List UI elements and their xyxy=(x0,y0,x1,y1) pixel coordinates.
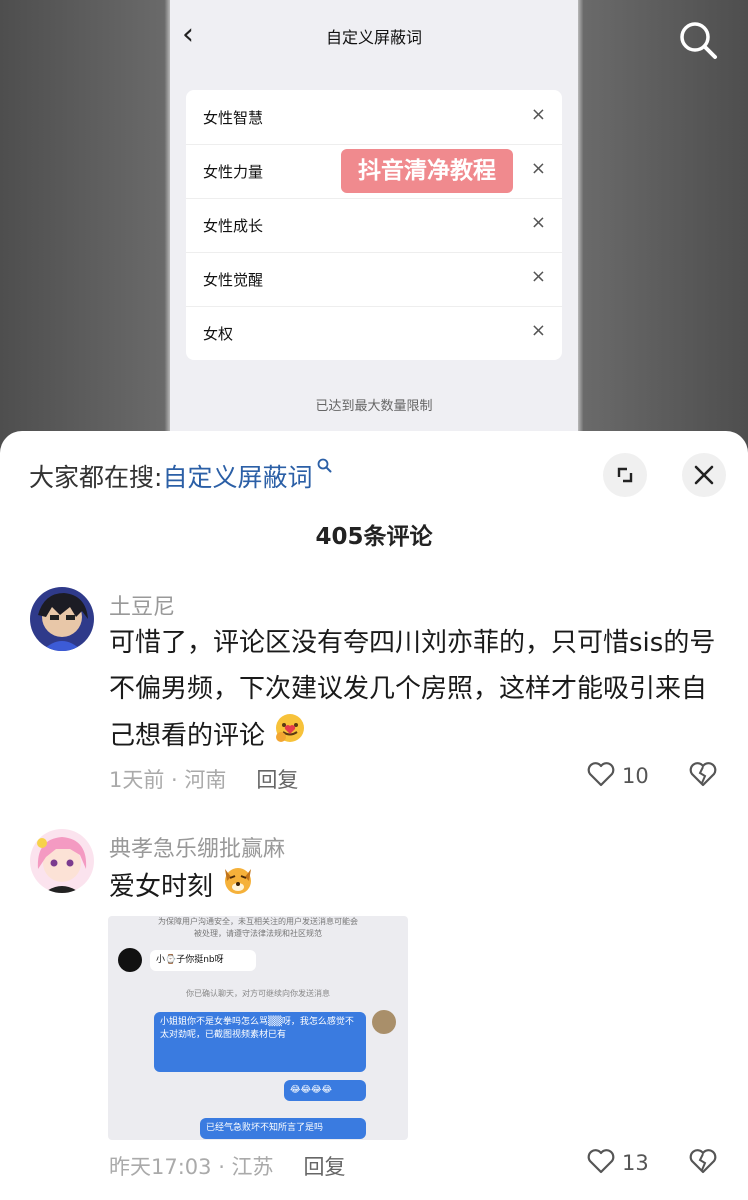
search-icon xyxy=(312,458,332,477)
blocked-word-label: 女性智慧 xyxy=(203,109,264,127)
blocked-word-row: 女性觉醒 × xyxy=(186,252,562,307)
blocked-word-label: 女权 xyxy=(203,325,234,343)
chat-avatar xyxy=(118,948,142,972)
comment-time-location: 1天前 · 河南 xyxy=(109,768,227,792)
reply-button[interactable]: 回复 xyxy=(304,1155,346,1179)
avatar[interactable] xyxy=(30,587,94,651)
expand-icon xyxy=(617,467,633,483)
broken-heart-icon xyxy=(689,762,717,787)
phone-page-title: 自定义屏蔽词 xyxy=(325,28,422,47)
close-icon xyxy=(694,465,714,485)
comment-body: 可惜了，评论区没有夸四川刘亦菲的，只可惜sis的号不偏男频，下次建议发几个房照，… xyxy=(109,628,716,751)
comment-username[interactable]: 典孝急乐绷批赢麻 xyxy=(109,831,285,863)
comment-count-title: 405条评论 xyxy=(315,524,433,550)
chat-notice: 被处理，请遵守法律法规和社区规范 xyxy=(194,929,322,938)
blocked-word-list: 女性智慧 × 女性力量 × 女性成长 × 女性觉醒 × 女权 × xyxy=(186,90,562,360)
blocked-word-row: 女性智慧 × xyxy=(186,90,562,145)
comment-text: 可惜了，评论区没有夸四川刘亦菲的，只可惜sis的号不偏男频，下次建议发几个房照，… xyxy=(109,620,719,761)
search-icon[interactable] xyxy=(678,20,718,60)
hot-search-keyword[interactable]: 自定义屏蔽词 xyxy=(162,463,312,492)
dislike-button[interactable] xyxy=(688,759,718,793)
blocked-word-row: 女性成长 × xyxy=(186,198,562,253)
hug-face-emoji xyxy=(273,712,307,761)
chat-system-note: 你已确认聊天，对方可继续向你发送消息 xyxy=(186,989,330,998)
comment-image[interactable]: 为保障用户沟通安全，未互相关注的用户发送消息可能会 被处理，请遵守法律法规和社区… xyxy=(108,916,408,1140)
broken-heart-icon xyxy=(689,1149,717,1174)
like-count: 10 xyxy=(622,764,649,788)
chat-message-out: 小姐姐你不是女拳吗怎么骂▒▒呀，我怎么感觉不太对劲呢，已截图视频素材已有 xyxy=(154,1012,366,1072)
reply-button[interactable]: 回复 xyxy=(256,768,298,792)
blocked-word-label: 女性成长 xyxy=(203,217,264,235)
like-count: 13 xyxy=(622,1151,649,1175)
remove-icon: × xyxy=(530,158,546,179)
heart-icon xyxy=(587,1149,615,1174)
remove-icon: × xyxy=(530,320,546,341)
dog-face-emoji xyxy=(221,863,255,912)
watermark-label: 抖音清净教程 xyxy=(341,149,513,193)
heart-icon xyxy=(587,762,615,787)
comment-username[interactable]: 土豆尼 xyxy=(109,589,175,621)
remove-icon: × xyxy=(530,212,546,233)
hot-search-prefix: 大家都在搜: xyxy=(29,463,163,492)
like-button[interactable] xyxy=(586,1146,616,1180)
comment-sheet: 大家都在搜:自定义屏蔽词 405条评论 土豆尼 可惜了，评论区没有夸四川刘亦菲的… xyxy=(0,431,748,1200)
hot-search-bar[interactable]: 大家都在搜:自定义屏蔽词 xyxy=(29,458,332,494)
chat-message-out: 已经气急败坏不知所言了是吗 xyxy=(200,1118,366,1139)
chat-notice: 为保障用户沟通安全，未互相关注的用户发送消息可能会 xyxy=(158,917,358,926)
blocked-word-row: 女权 × xyxy=(186,306,562,360)
chat-avatar xyxy=(372,1010,396,1034)
chat-message-out: 😂😂😂😂 xyxy=(284,1080,366,1101)
like-button[interactable] xyxy=(586,759,616,793)
dislike-button[interactable] xyxy=(688,1146,718,1180)
remove-icon: × xyxy=(530,266,546,287)
remove-icon: × xyxy=(530,104,546,125)
limit-note: 已达到最大数量限制 xyxy=(315,399,433,414)
comment-meta: 1天前 · 河南 回复 xyxy=(109,764,298,794)
comment-text: 爱女时刻 xyxy=(109,863,719,912)
comment-body: 爱女时刻 xyxy=(109,872,214,902)
blocked-word-label: 女性力量 xyxy=(203,163,264,181)
comment-time-location: 昨天17:03 · 江苏 xyxy=(109,1155,274,1179)
comment-meta: 昨天17:03 · 江苏 回复 xyxy=(109,1151,346,1181)
expand-button[interactable] xyxy=(603,453,647,497)
avatar[interactable] xyxy=(30,829,94,893)
close-button[interactable] xyxy=(682,453,726,497)
blocked-word-label: 女性觉醒 xyxy=(203,271,264,289)
chat-message-in: 小⌚子你挺nb呀 xyxy=(150,950,256,971)
